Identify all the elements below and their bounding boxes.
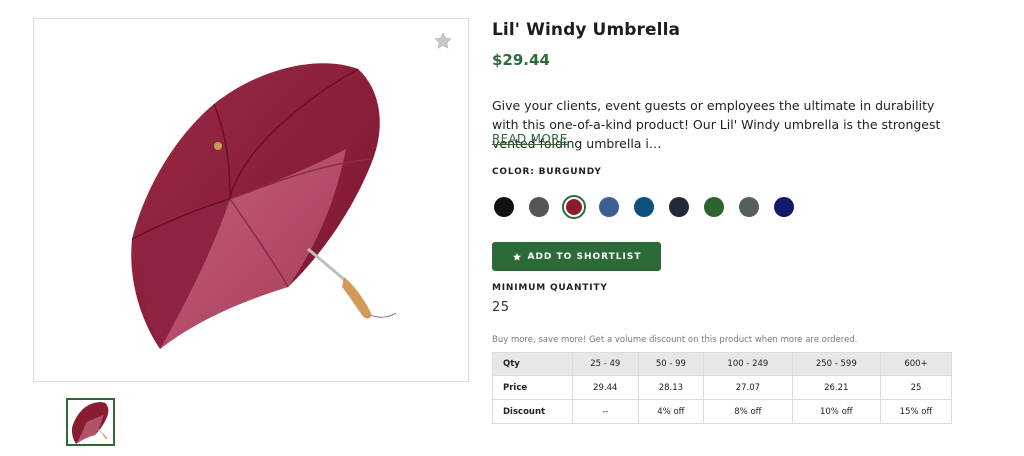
umbrella-image — [131, 63, 397, 349]
star-icon[interactable] — [433, 31, 453, 51]
table-header-row: Qty 25 - 49 50 - 99 100 - 249 250 - 599 … — [492, 352, 952, 376]
table-header-cell: 100 - 249 — [703, 352, 793, 376]
swatch-fill — [566, 199, 582, 215]
product-thumbnail[interactable] — [66, 398, 115, 446]
umbrella-thumbnail-image — [71, 402, 109, 444]
product-image-frame — [33, 18, 469, 382]
shortlist-label: ADD TO SHORTLIST — [527, 251, 642, 262]
table-row: Discount -- 4% off 8% off 10% off 15% of… — [492, 399, 952, 424]
swatch-slot — [527, 195, 562, 219]
color-swatch-teal-blue[interactable] — [634, 197, 654, 217]
table-header-cell: Qty — [492, 352, 573, 376]
color-swatch-burgundy[interactable] — [562, 195, 586, 219]
read-more-link[interactable]: READ MORE — [492, 132, 568, 146]
swatch-slot — [562, 195, 597, 219]
table-cell: 15% off — [880, 399, 952, 424]
color-swatch-dark-gray-green[interactable] — [739, 197, 759, 217]
minimum-quantity-value: 25 — [492, 300, 510, 315]
table-cell: Discount — [492, 399, 573, 424]
product-title: Lil' Windy Umbrella — [492, 20, 681, 40]
volume-pricing-table: Qty 25 - 49 50 - 99 100 - 249 250 - 599 … — [492, 352, 952, 424]
table-cell: 28.13 — [637, 375, 705, 400]
table-cell: 8% off — [703, 399, 793, 424]
color-swatch-black[interactable] — [494, 197, 514, 217]
swatch-slot — [597, 195, 632, 219]
swatch-slot — [772, 195, 807, 219]
table-header-cell: 600+ — [880, 352, 952, 376]
table-cell: 26.21 — [791, 375, 882, 400]
table-cell: 27.07 — [703, 375, 793, 400]
table-cell: -- — [572, 399, 639, 424]
color-swatch-navy[interactable] — [774, 197, 794, 217]
table-header-cell: 250 - 599 — [791, 352, 882, 376]
color-swatch-slate-blue[interactable] — [599, 197, 619, 217]
color-swatch-list — [492, 195, 807, 219]
swatch-slot — [632, 195, 667, 219]
color-swatch-gray[interactable] — [529, 197, 549, 217]
product-price: $29.44 — [492, 51, 550, 69]
swatch-slot — [702, 195, 737, 219]
swatch-slot — [737, 195, 772, 219]
table-cell: 29.44 — [572, 375, 639, 400]
table-header-cell: 50 - 99 — [637, 352, 705, 376]
table-cell: 10% off — [791, 399, 882, 424]
table-header-cell: 25 - 49 — [572, 352, 639, 376]
color-swatch-forest-green[interactable] — [704, 197, 724, 217]
color-label: COLOR: BURGUNDY — [492, 167, 602, 177]
table-cell: 4% off — [637, 399, 705, 424]
table-row: Price 29.44 28.13 27.07 26.21 25 — [492, 375, 952, 400]
swatch-slot — [492, 195, 527, 219]
star-icon — [512, 252, 521, 261]
table-cell: 25 — [880, 375, 952, 400]
minimum-quantity-label: MINIMUM QUANTITY — [492, 283, 608, 293]
color-swatch-charcoal-navy[interactable] — [669, 197, 689, 217]
swatch-slot — [667, 195, 702, 219]
add-to-shortlist-button[interactable]: ADD TO SHORTLIST — [492, 242, 661, 271]
table-cell: Price — [492, 375, 573, 400]
volume-discount-note: Buy more, save more! Get a volume discou… — [492, 335, 858, 345]
